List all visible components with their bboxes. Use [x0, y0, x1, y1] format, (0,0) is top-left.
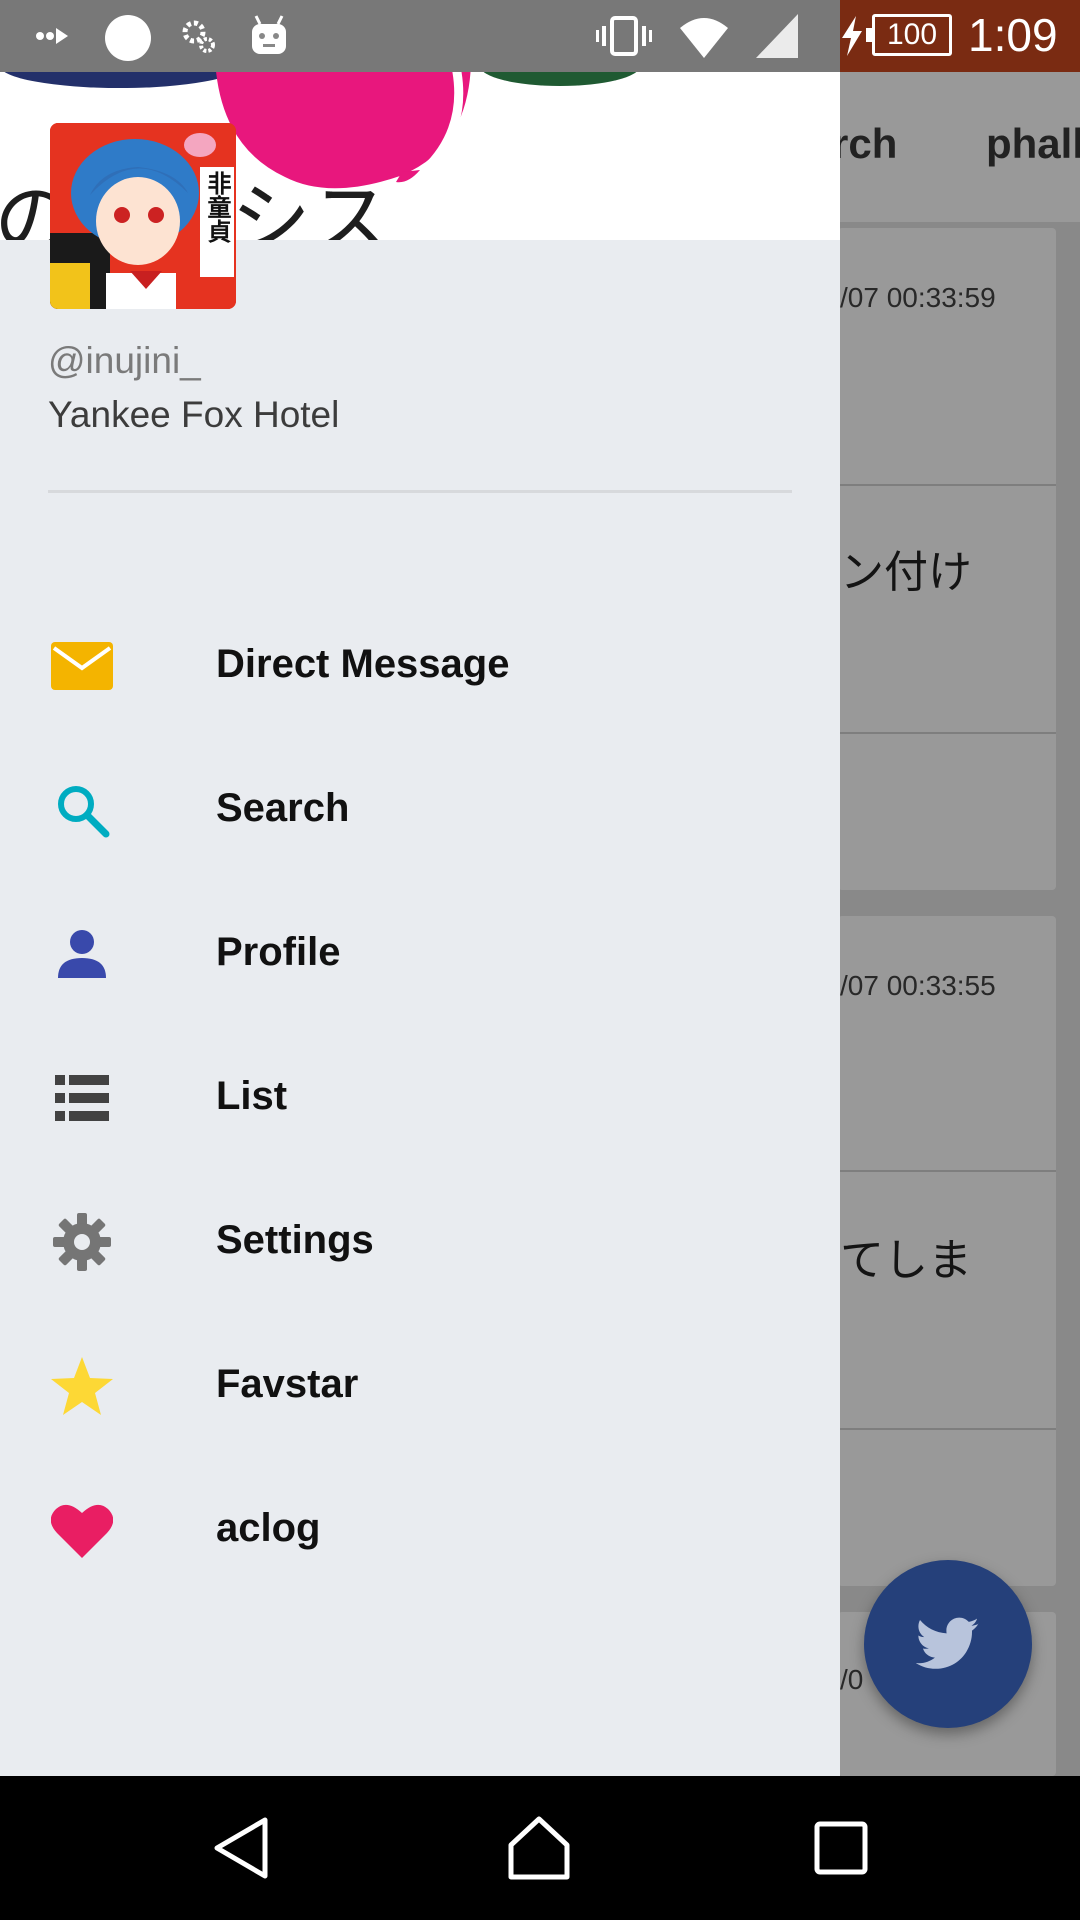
- star-icon: [50, 1356, 114, 1416]
- twitter-bird-icon: [916, 1617, 979, 1669]
- home-icon: [508, 1816, 570, 1880]
- system-navigation-bar: [0, 1776, 1080, 1920]
- menu-item-list[interactable]: List: [0, 1026, 840, 1170]
- menu-item-settings[interactable]: Settings: [0, 1170, 840, 1314]
- menu-item-direct-message[interactable]: Direct Message: [0, 594, 840, 738]
- heart-icon: [50, 1500, 114, 1560]
- user-display-name: Yankee Fox Hotel: [48, 394, 340, 435]
- charging-bolt-icon: [842, 16, 862, 56]
- menu-item-label: Direct Message: [216, 642, 510, 686]
- user-handle: @inujini_: [48, 340, 201, 381]
- menu-item-label: Profile: [216, 930, 341, 974]
- menu-item-favstar[interactable]: Favstar: [0, 1314, 840, 1458]
- robot-icon: [252, 15, 286, 54]
- gears-icon: [182, 20, 215, 53]
- back-button[interactable]: [196, 1806, 286, 1890]
- recents-icon: [814, 1821, 868, 1875]
- menu-item-profile[interactable]: Profile: [0, 882, 840, 1026]
- menu-item-aclog[interactable]: aclog: [0, 1458, 840, 1602]
- back-icon: [214, 1817, 268, 1879]
- menu-item-label: Settings: [216, 1218, 374, 1262]
- menu-item-label: List: [216, 1074, 288, 1118]
- wifi-icon: [680, 18, 728, 58]
- vibrate-icon: [596, 16, 652, 56]
- compose-tweet-button[interactable]: [864, 1560, 1032, 1728]
- search-icon: [50, 780, 114, 840]
- navigation-drawer: のオアシス 非童貞 @inujini_ Yankee Fox Hotel: [0, 72, 840, 1776]
- gear-icon: [50, 1212, 114, 1272]
- status-clock: 1:09: [968, 9, 1058, 61]
- envelope-icon: [50, 636, 114, 696]
- battery-level: 100: [866, 14, 952, 56]
- menu-item-label: Favstar: [216, 1362, 359, 1406]
- recents-button[interactable]: [796, 1806, 886, 1890]
- menu-item-label: aclog: [216, 1506, 321, 1550]
- list-icon: [50, 1068, 114, 1128]
- person-icon: [50, 924, 114, 984]
- cell-signal-icon: [756, 14, 798, 58]
- home-button[interactable]: [494, 1806, 584, 1890]
- avatar-badge-text: 非童貞: [203, 171, 231, 243]
- menu-item-search[interactable]: Search: [0, 738, 840, 882]
- status-bar: 100 1:09: [0, 0, 1080, 72]
- circle-icon: [105, 15, 151, 61]
- menu-item-label: Search: [216, 786, 350, 830]
- drawer-divider: [48, 490, 792, 493]
- avatar[interactable]: 非童貞: [50, 123, 236, 309]
- overflow-arrows-icon: [36, 28, 68, 44]
